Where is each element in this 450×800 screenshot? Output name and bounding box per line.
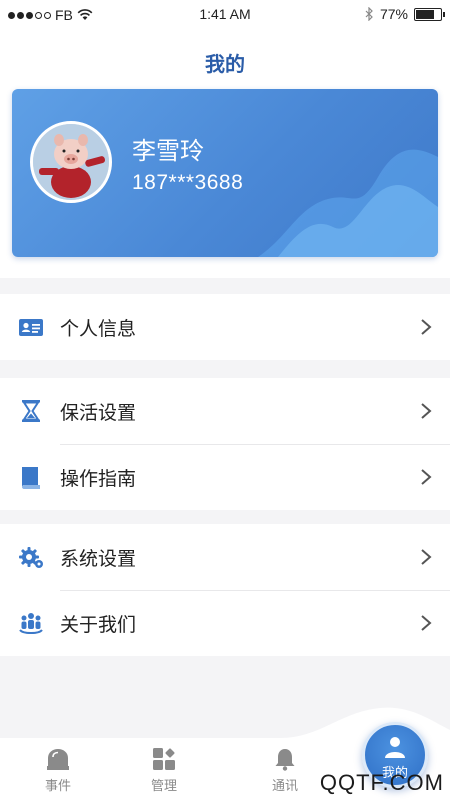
id-card-icon <box>19 319 43 336</box>
chevron-right-icon <box>421 615 432 631</box>
chevron-right-icon <box>421 319 432 335</box>
tab-contacts[interactable]: 通讯 <box>255 746 315 794</box>
menu-item-label: 保活设置 <box>60 402 137 424</box>
profile-section: 李雪玲 187***3688 <box>0 80 450 278</box>
chevron-right-icon <box>421 549 432 565</box>
page-title: 我的 <box>205 54 245 76</box>
manage-grid-icon <box>153 748 175 770</box>
menu-item-label: 个人信息 <box>60 318 137 340</box>
gear-icon <box>19 547 43 568</box>
status-bar: FB 1:41 AM 77% <box>0 0 450 30</box>
menu-item-guide[interactable]: 操作指南 <box>0 444 450 510</box>
chevron-right-icon <box>421 469 432 485</box>
bell-icon <box>275 749 295 771</box>
menu-group-settings: 保活设置 操作指南 <box>0 378 450 510</box>
menu-item-personal-info[interactable]: 个人信息 <box>0 294 450 360</box>
menu-item-system-settings[interactable]: 系统设置 <box>0 524 450 590</box>
menu-item-keepalive-settings[interactable]: 保活设置 <box>0 378 450 444</box>
menu-item-label: 关于我们 <box>60 614 137 636</box>
avatar[interactable] <box>30 121 112 203</box>
people-icon <box>19 613 43 634</box>
tab-events[interactable]: 事件 <box>28 746 88 794</box>
menu-item-label: 操作指南 <box>60 468 137 490</box>
user-phone: 187***3688 <box>132 171 244 194</box>
chevron-right-icon <box>421 403 432 419</box>
tab-label: 管理 <box>150 778 177 793</box>
tab-manage[interactable]: 管理 <box>134 746 194 794</box>
menu-item-about-us[interactable]: 关于我们 <box>0 590 450 656</box>
user-name: 李雪玲 <box>132 138 204 165</box>
watermark: QQTF.COM <box>319 770 444 795</box>
profile-card[interactable]: 李雪玲 187***3688 <box>12 89 438 257</box>
battery-percent: 77% <box>379 6 408 22</box>
bluetooth-icon <box>365 7 373 21</box>
menu-group-personal: 个人信息 <box>0 294 450 360</box>
book-icon <box>22 467 40 489</box>
hourglass-icon <box>22 400 40 422</box>
menu-item-label: 系统设置 <box>60 548 137 570</box>
tab-label: 事件 <box>44 778 71 793</box>
battery-icon <box>414 7 445 21</box>
avatar-pig-image <box>33 124 109 200</box>
tab-label: 通讯 <box>271 778 298 793</box>
mountain-decoration <box>258 149 438 257</box>
menu-group-system: 系统设置 关于我们 <box>0 524 450 656</box>
events-icon <box>47 749 69 770</box>
battery-area: 77% <box>365 6 445 22</box>
user-icon <box>385 737 405 758</box>
